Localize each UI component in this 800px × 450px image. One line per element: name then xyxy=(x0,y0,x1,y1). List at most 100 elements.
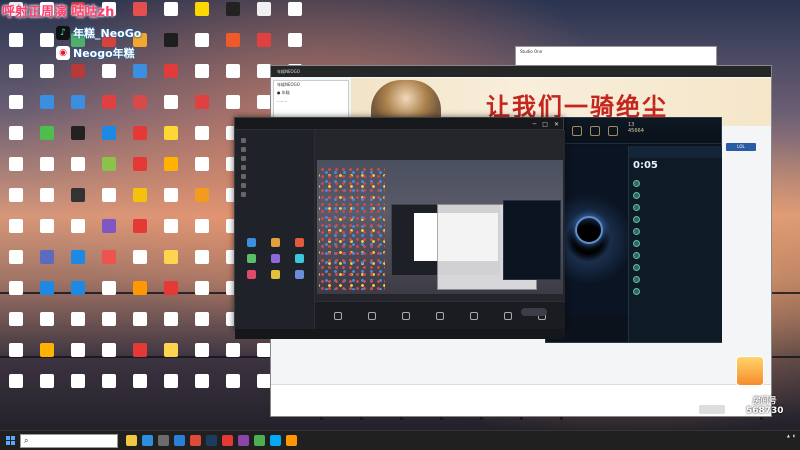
desktop-icon[interactable] xyxy=(156,93,186,124)
volume-icon[interactable]: ◖ xyxy=(793,433,795,438)
close-icon[interactable]: ✕ xyxy=(554,121,559,128)
desktop-icon[interactable] xyxy=(94,124,124,155)
send-button[interactable] xyxy=(699,405,725,414)
desktop-icon[interactable] xyxy=(63,124,93,155)
studio-tool[interactable] xyxy=(239,254,263,264)
desktop-icon[interactable] xyxy=(156,372,186,403)
desktop-icon[interactable] xyxy=(32,186,62,217)
desktop-icon[interactable] xyxy=(94,186,124,217)
scene-item[interactable] xyxy=(235,190,314,199)
studio-bottom-button[interactable] xyxy=(402,312,410,321)
desktop-icon[interactable] xyxy=(94,279,124,310)
desktop-icon[interactable] xyxy=(32,62,62,93)
desktop-icon[interactable] xyxy=(156,217,186,248)
desktop-icon[interactable] xyxy=(32,124,62,155)
desktop-icon[interactable] xyxy=(187,310,217,341)
studio-tool[interactable] xyxy=(287,238,311,248)
desktop-icon[interactable] xyxy=(218,62,248,93)
network-icon[interactable]: ▲ xyxy=(787,433,790,438)
desktop-icon[interactable] xyxy=(1,31,31,62)
studio-tool[interactable] xyxy=(263,254,287,264)
studio-bottom-button[interactable] xyxy=(334,312,342,321)
desktop-icon[interactable] xyxy=(187,341,217,372)
friend-item[interactable] xyxy=(629,237,722,249)
friend-item[interactable] xyxy=(629,213,722,225)
friend-item[interactable] xyxy=(629,273,722,285)
scene-item[interactable] xyxy=(235,172,314,181)
app-icon[interactable] xyxy=(270,435,281,446)
studio-bottom-button[interactable] xyxy=(368,312,376,321)
desktop-icon[interactable] xyxy=(125,372,155,403)
browser-tab[interactable]: 年糕NEOGO xyxy=(277,69,300,75)
desktop-icon[interactable] xyxy=(32,310,62,341)
desktop-icon[interactable] xyxy=(125,124,155,155)
store-icon[interactable] xyxy=(608,125,618,136)
scene-item[interactable] xyxy=(235,154,314,163)
studio-tool[interactable] xyxy=(263,270,287,280)
desktop-icon[interactable] xyxy=(32,248,62,279)
studio-bottom-button[interactable] xyxy=(470,312,478,321)
desktop-icon[interactable] xyxy=(156,0,186,31)
folder-icon[interactable] xyxy=(126,435,137,446)
desktop-icon[interactable] xyxy=(1,124,31,155)
desktop-icon[interactable] xyxy=(63,372,93,403)
desktop-icon[interactable] xyxy=(94,372,124,403)
desktop-icon[interactable] xyxy=(187,217,217,248)
app-icon[interactable] xyxy=(286,435,297,446)
go-live-button[interactable] xyxy=(521,308,547,316)
desktop-icon[interactable] xyxy=(218,372,248,403)
desktop-icon[interactable] xyxy=(156,62,186,93)
desktop-icon[interactable] xyxy=(156,310,186,341)
desktop-icon[interactable] xyxy=(94,93,124,124)
desktop-icon[interactable] xyxy=(63,93,93,124)
game-icon[interactable] xyxy=(206,435,217,446)
desktop-icon[interactable] xyxy=(156,186,186,217)
mail-icon[interactable] xyxy=(174,435,185,446)
desktop-icon[interactable] xyxy=(125,341,155,372)
store-icon[interactable] xyxy=(158,435,169,446)
desktop-icon[interactable] xyxy=(94,155,124,186)
desktop-icon[interactable] xyxy=(63,279,93,310)
desktop-icon[interactable] xyxy=(280,31,310,62)
desktop-icon[interactable] xyxy=(125,62,155,93)
record-icon[interactable] xyxy=(222,435,233,446)
friend-item[interactable] xyxy=(629,189,722,201)
profile-icon[interactable] xyxy=(572,125,582,136)
app-icon[interactable] xyxy=(254,435,265,446)
desktop-icon[interactable] xyxy=(249,0,279,31)
desktop-icon[interactable] xyxy=(94,310,124,341)
chrome-icon[interactable] xyxy=(190,435,201,446)
desktop-icon[interactable] xyxy=(125,186,155,217)
desktop-icon[interactable] xyxy=(1,248,31,279)
scene-item[interactable] xyxy=(235,136,314,145)
friend-item[interactable] xyxy=(629,285,722,297)
desktop-icon[interactable] xyxy=(218,0,248,31)
desktop-icon[interactable] xyxy=(156,248,186,279)
scene-item[interactable] xyxy=(235,163,314,172)
collection-icon[interactable] xyxy=(590,125,600,136)
friend-item[interactable] xyxy=(629,201,722,213)
desktop-icon[interactable] xyxy=(187,124,217,155)
desktop-icon[interactable] xyxy=(1,217,31,248)
friend-item[interactable] xyxy=(629,177,722,189)
desktop-icon[interactable] xyxy=(1,279,31,310)
start-button[interactable] xyxy=(0,431,20,450)
desktop-icon[interactable] xyxy=(94,341,124,372)
maximize-icon[interactable]: □ xyxy=(542,121,548,128)
edge-icon[interactable] xyxy=(142,435,153,446)
game-client-window[interactable]: 13 45664 0:05 xyxy=(545,117,722,343)
friend-item[interactable] xyxy=(629,261,722,273)
desktop-icon[interactable] xyxy=(187,186,217,217)
desktop-icon[interactable] xyxy=(156,341,186,372)
desktop-icon[interactable] xyxy=(94,248,124,279)
minimize-icon[interactable]: ─ xyxy=(533,121,537,128)
desktop-icon[interactable] xyxy=(1,372,31,403)
desktop-icon[interactable] xyxy=(125,217,155,248)
desktop-icon[interactable] xyxy=(156,124,186,155)
desktop-icon[interactable] xyxy=(63,62,93,93)
studio-tool[interactable] xyxy=(287,270,311,280)
desktop-icon[interactable] xyxy=(187,279,217,310)
desktop-icon[interactable] xyxy=(1,186,31,217)
desktop-icon[interactable] xyxy=(125,93,155,124)
desktop-icon[interactable] xyxy=(187,93,217,124)
